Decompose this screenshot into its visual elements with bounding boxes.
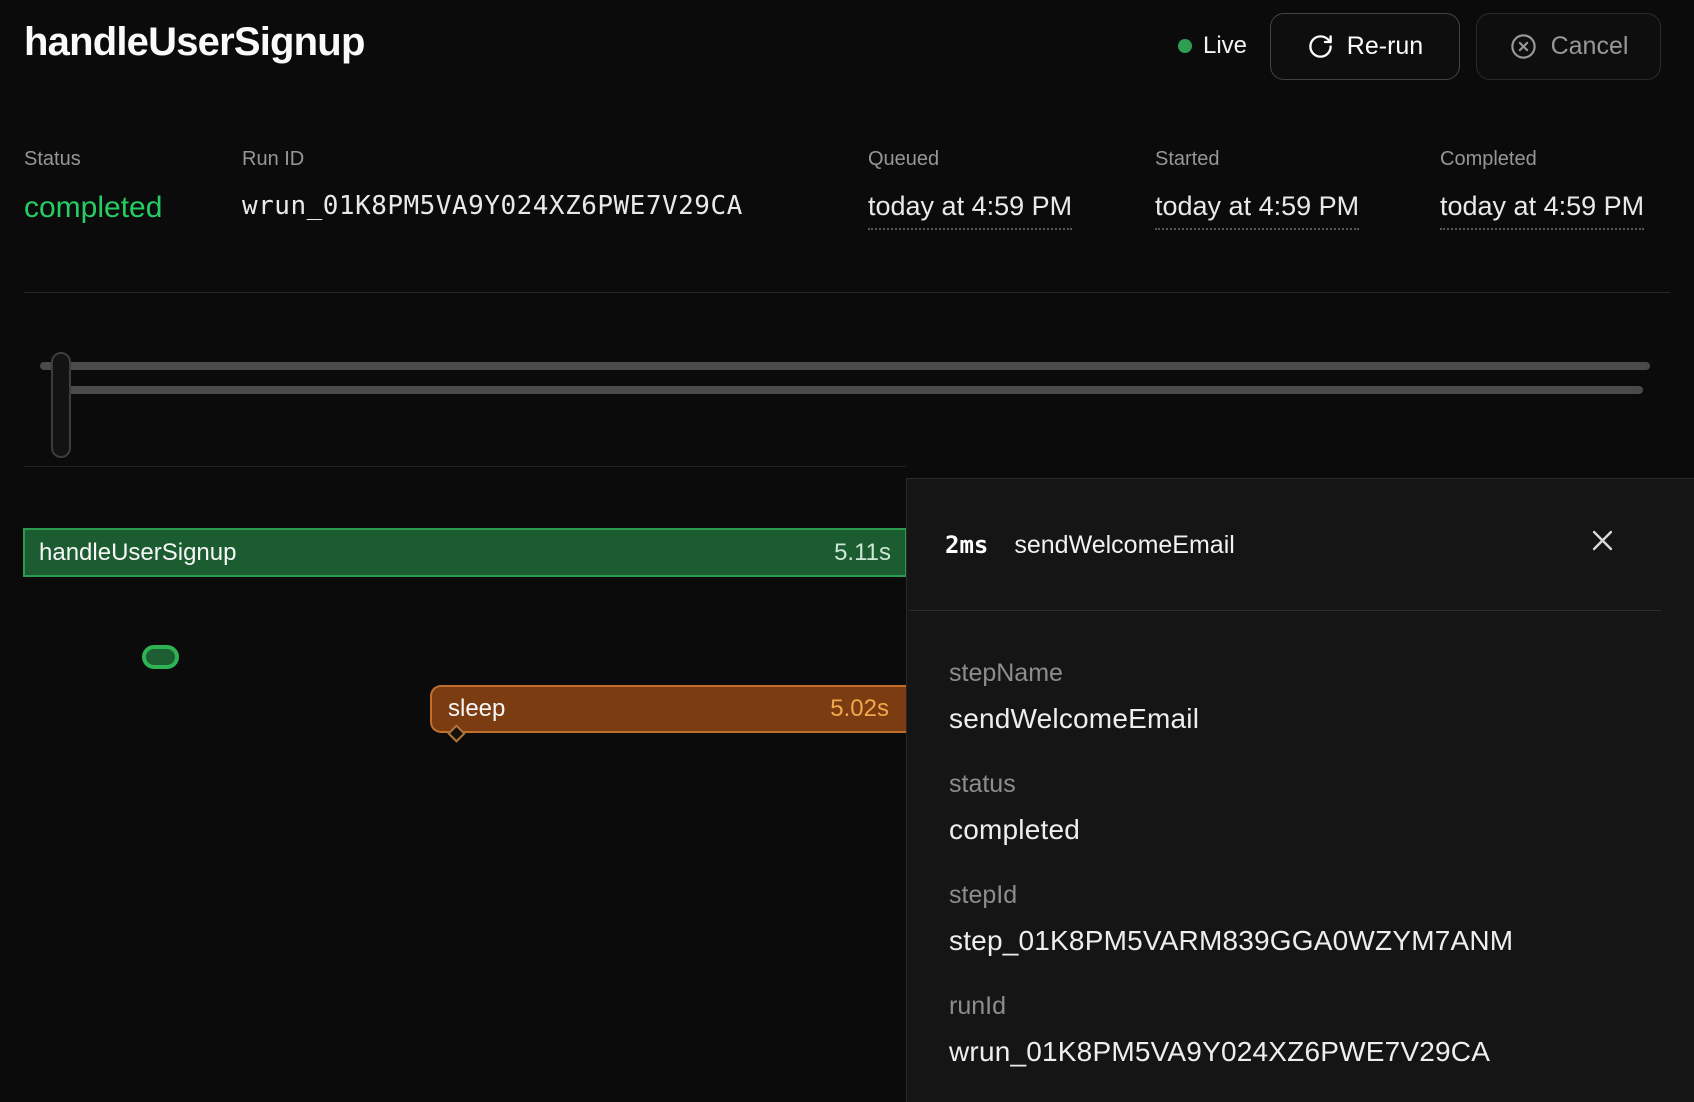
minimap-span-root: [40, 362, 1650, 370]
minimap-viewport-handle[interactable]: [51, 352, 71, 458]
span-duration: 5.02s: [830, 695, 889, 723]
meta-status: Status completed: [24, 148, 162, 225]
live-dot-icon: [1178, 39, 1192, 53]
span-bar-sleep[interactable]: sleep 5.02s: [430, 685, 907, 733]
field-label: stepId: [949, 881, 1654, 910]
refresh-icon: [1307, 33, 1334, 60]
rerun-button-label: Re-run: [1347, 32, 1423, 61]
page-title: handleUserSignup: [24, 20, 365, 65]
panel-header-divider: [909, 610, 1661, 611]
live-label: Live: [1203, 32, 1247, 60]
cancel-button[interactable]: Cancel: [1476, 13, 1661, 80]
meta-completed: Completed today at 4:59 PM: [1440, 148, 1644, 230]
close-button[interactable]: [1585, 523, 1619, 557]
cancel-button-label: Cancel: [1551, 32, 1629, 61]
span-bar-sendWelcomeEmail[interactable]: [142, 645, 179, 669]
close-icon: [1588, 526, 1617, 555]
field-label: runId: [949, 992, 1654, 1021]
field-stepId: stepId step_01K8PM5VARM839GGA0WZYM7ANM: [949, 881, 1654, 957]
live-indicator: Live: [1178, 32, 1247, 60]
field-value: completed: [949, 814, 1654, 846]
started-timestamp: today at 4:59 PM: [1155, 191, 1359, 230]
queued-timestamp: today at 4:59 PM: [868, 191, 1072, 230]
span-name: sleep: [448, 695, 505, 723]
field-value: wrun_01K8PM5VA9Y024XZ6PWE7V29CA: [949, 1036, 1654, 1068]
meta-queued: Queued today at 4:59 PM: [868, 148, 1072, 230]
span-bar-handleUserSignup[interactable]: handleUserSignup 5.11s: [23, 528, 907, 577]
meta-run-id-label: Run ID: [242, 148, 743, 171]
step-title: sendWelcomeEmail: [1014, 531, 1234, 560]
trace-divider: [24, 466, 906, 467]
span-name: handleUserSignup: [39, 539, 236, 567]
run-status-badge: completed: [24, 191, 162, 225]
panel-header: 2ms sendWelcomeEmail: [945, 531, 1235, 560]
step-fields: stepName sendWelcomeEmail status complet…: [949, 659, 1654, 1102]
field-status: status completed: [949, 770, 1654, 846]
circle-x-icon: [1509, 32, 1538, 61]
meta-completed-label: Completed: [1440, 148, 1644, 171]
step-duration-badge: 2ms: [945, 531, 988, 559]
field-value: step_01K8PM5VARM839GGA0WZYM7ANM: [949, 925, 1654, 957]
meta-run-id: Run ID wrun_01K8PM5VA9Y024XZ6PWE7V29CA: [242, 148, 743, 221]
meta-status-label: Status: [24, 148, 162, 171]
field-label: status: [949, 770, 1654, 799]
field-value: sendWelcomeEmail: [949, 703, 1654, 735]
step-detail-panel: 2ms sendWelcomeEmail stepName sendWelcom…: [906, 478, 1694, 1102]
section-divider: [24, 292, 1670, 293]
field-label: stepName: [949, 659, 1654, 688]
span-duration: 5.11s: [834, 539, 891, 567]
minimap-span-sleep: [59, 386, 1643, 394]
rerun-button[interactable]: Re-run: [1270, 13, 1460, 80]
meta-started-label: Started: [1155, 148, 1359, 171]
meta-queued-label: Queued: [868, 148, 1072, 171]
run-id-value: wrun_01K8PM5VA9Y024XZ6PWE7V29CA: [242, 191, 743, 221]
field-stepName: stepName sendWelcomeEmail: [949, 659, 1654, 735]
workflow-run-page: handleUserSignup Live Re-run Cancel Stat…: [0, 0, 1694, 1102]
completed-timestamp: today at 4:59 PM: [1440, 191, 1644, 230]
meta-started: Started today at 4:59 PM: [1155, 148, 1359, 230]
field-runId: runId wrun_01K8PM5VA9Y024XZ6PWE7V29CA: [949, 992, 1654, 1068]
